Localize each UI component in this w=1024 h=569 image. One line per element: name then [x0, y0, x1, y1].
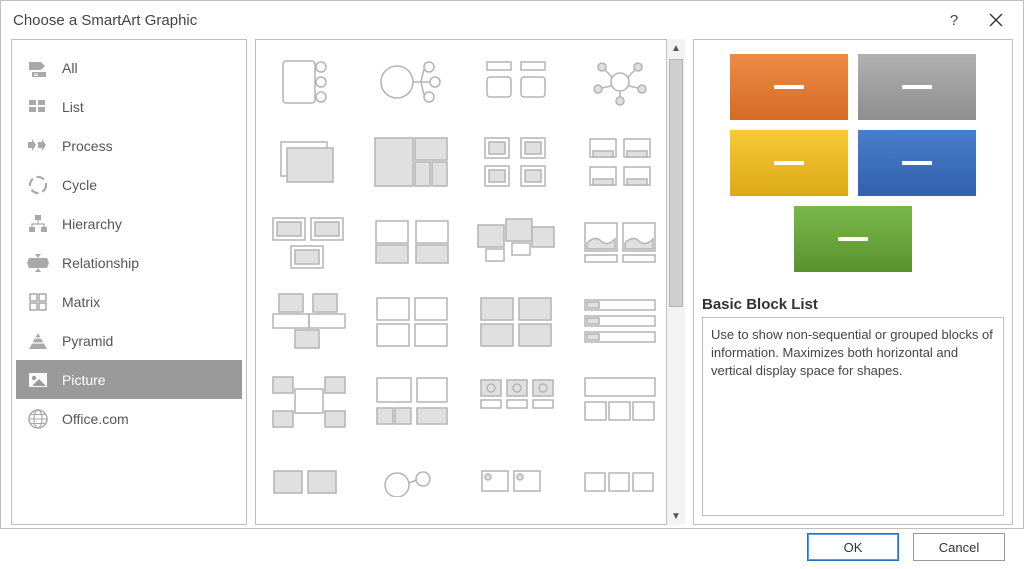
- sidebar-item-all[interactable]: All: [16, 48, 242, 87]
- preview-block: [858, 54, 976, 120]
- layout-thumb[interactable]: [266, 210, 350, 274]
- hierarchy-icon: [26, 213, 50, 235]
- layout-thumb[interactable]: [578, 130, 662, 194]
- preview-canvas: [694, 40, 1012, 296]
- layout-thumb[interactable]: [578, 50, 662, 114]
- sidebar-item-label: All: [62, 60, 78, 76]
- preview-block: [730, 54, 848, 120]
- sidebar-item-officecom[interactable]: Office.com: [16, 399, 242, 438]
- pyramid-icon: [26, 330, 50, 352]
- scroll-track[interactable]: [667, 57, 685, 507]
- preview-block: [794, 206, 912, 272]
- matrix-icon: [26, 291, 50, 313]
- layout-thumb[interactable]: [266, 50, 350, 114]
- layout-thumb[interactable]: [370, 370, 454, 434]
- scroll-thumb[interactable]: [669, 59, 683, 307]
- preview-panel: Basic Block List Use to show non-sequent…: [693, 39, 1013, 525]
- layout-thumb[interactable]: [370, 450, 454, 514]
- layout-thumb[interactable]: [474, 210, 558, 274]
- layout-thumb[interactable]: [266, 130, 350, 194]
- layout-thumb[interactable]: [266, 370, 350, 434]
- sidebar-item-label: Hierarchy: [62, 216, 122, 232]
- globe-icon: [26, 408, 50, 430]
- layout-thumb[interactable]: [474, 290, 558, 354]
- scroll-down-icon[interactable]: ▼: [667, 507, 685, 525]
- relationship-icon: [26, 252, 50, 274]
- sidebar-item-label: Matrix: [62, 294, 100, 310]
- sidebar-item-label: Pyramid: [62, 333, 113, 349]
- sidebar-item-label: Picture: [62, 372, 106, 388]
- gallery-scrollbar[interactable]: ▲ ▼: [667, 39, 685, 525]
- dialog-footer: OK Cancel: [1, 533, 1023, 569]
- sidebar-item-pyramid[interactable]: Pyramid: [16, 321, 242, 360]
- sidebar-item-process[interactable]: Process: [16, 126, 242, 165]
- sidebar-item-cycle[interactable]: Cycle: [16, 165, 242, 204]
- sidebar-item-list[interactable]: List: [16, 87, 242, 126]
- layout-thumb[interactable]: [474, 130, 558, 194]
- layout-thumb[interactable]: [578, 290, 662, 354]
- sidebar-item-hierarchy[interactable]: Hierarchy: [16, 204, 242, 243]
- ok-button[interactable]: OK: [807, 533, 899, 561]
- window-title: Choose a SmartArt Graphic: [13, 12, 933, 29]
- gallery-panel: ▲ ▼: [255, 39, 685, 525]
- layout-thumb[interactable]: [370, 290, 454, 354]
- layout-thumb[interactable]: [370, 50, 454, 114]
- help-button[interactable]: ?: [933, 1, 975, 39]
- all-icon: [26, 57, 50, 79]
- layout-thumb[interactable]: [578, 210, 662, 274]
- layout-gallery: [255, 39, 667, 525]
- scroll-up-icon[interactable]: ▲: [667, 39, 685, 57]
- list-icon: [26, 96, 50, 118]
- preview-block: [858, 130, 976, 196]
- category-sidebar: All List Process Cycle: [11, 39, 247, 525]
- titlebar: Choose a SmartArt Graphic ?: [1, 1, 1023, 39]
- layout-thumb[interactable]: [578, 370, 662, 434]
- preview-description: Use to show non-sequential or grouped bl…: [702, 317, 1004, 516]
- sidebar-item-label: Office.com: [62, 411, 129, 427]
- sidebar-item-picture[interactable]: Picture: [16, 360, 242, 399]
- smartart-dialog: Choose a SmartArt Graphic ? All List: [0, 0, 1024, 529]
- cycle-icon: [26, 174, 50, 196]
- layout-thumb[interactable]: [474, 450, 558, 514]
- picture-icon: [26, 369, 50, 391]
- sidebar-item-label: Relationship: [62, 255, 139, 271]
- sidebar-item-label: Process: [62, 138, 113, 154]
- gallery-grid: [266, 50, 662, 514]
- preview-block: [730, 130, 848, 196]
- layout-thumb[interactable]: [474, 50, 558, 114]
- layout-thumb[interactable]: [370, 210, 454, 274]
- sidebar-item-label: List: [62, 99, 84, 115]
- layout-thumb[interactable]: [474, 370, 558, 434]
- sidebar-item-matrix[interactable]: Matrix: [16, 282, 242, 321]
- layout-thumb[interactable]: [578, 450, 662, 514]
- sidebar-item-label: Cycle: [62, 177, 97, 193]
- layout-thumb[interactable]: [266, 450, 350, 514]
- layout-thumb[interactable]: [370, 130, 454, 194]
- cancel-button[interactable]: Cancel: [913, 533, 1005, 561]
- sidebar-item-relationship[interactable]: Relationship: [16, 243, 242, 282]
- process-icon: [26, 135, 50, 157]
- close-button[interactable]: [975, 1, 1017, 39]
- layout-thumb[interactable]: [266, 290, 350, 354]
- preview-layout-name: Basic Block List: [694, 296, 1012, 317]
- content-area: All List Process Cycle: [1, 39, 1023, 533]
